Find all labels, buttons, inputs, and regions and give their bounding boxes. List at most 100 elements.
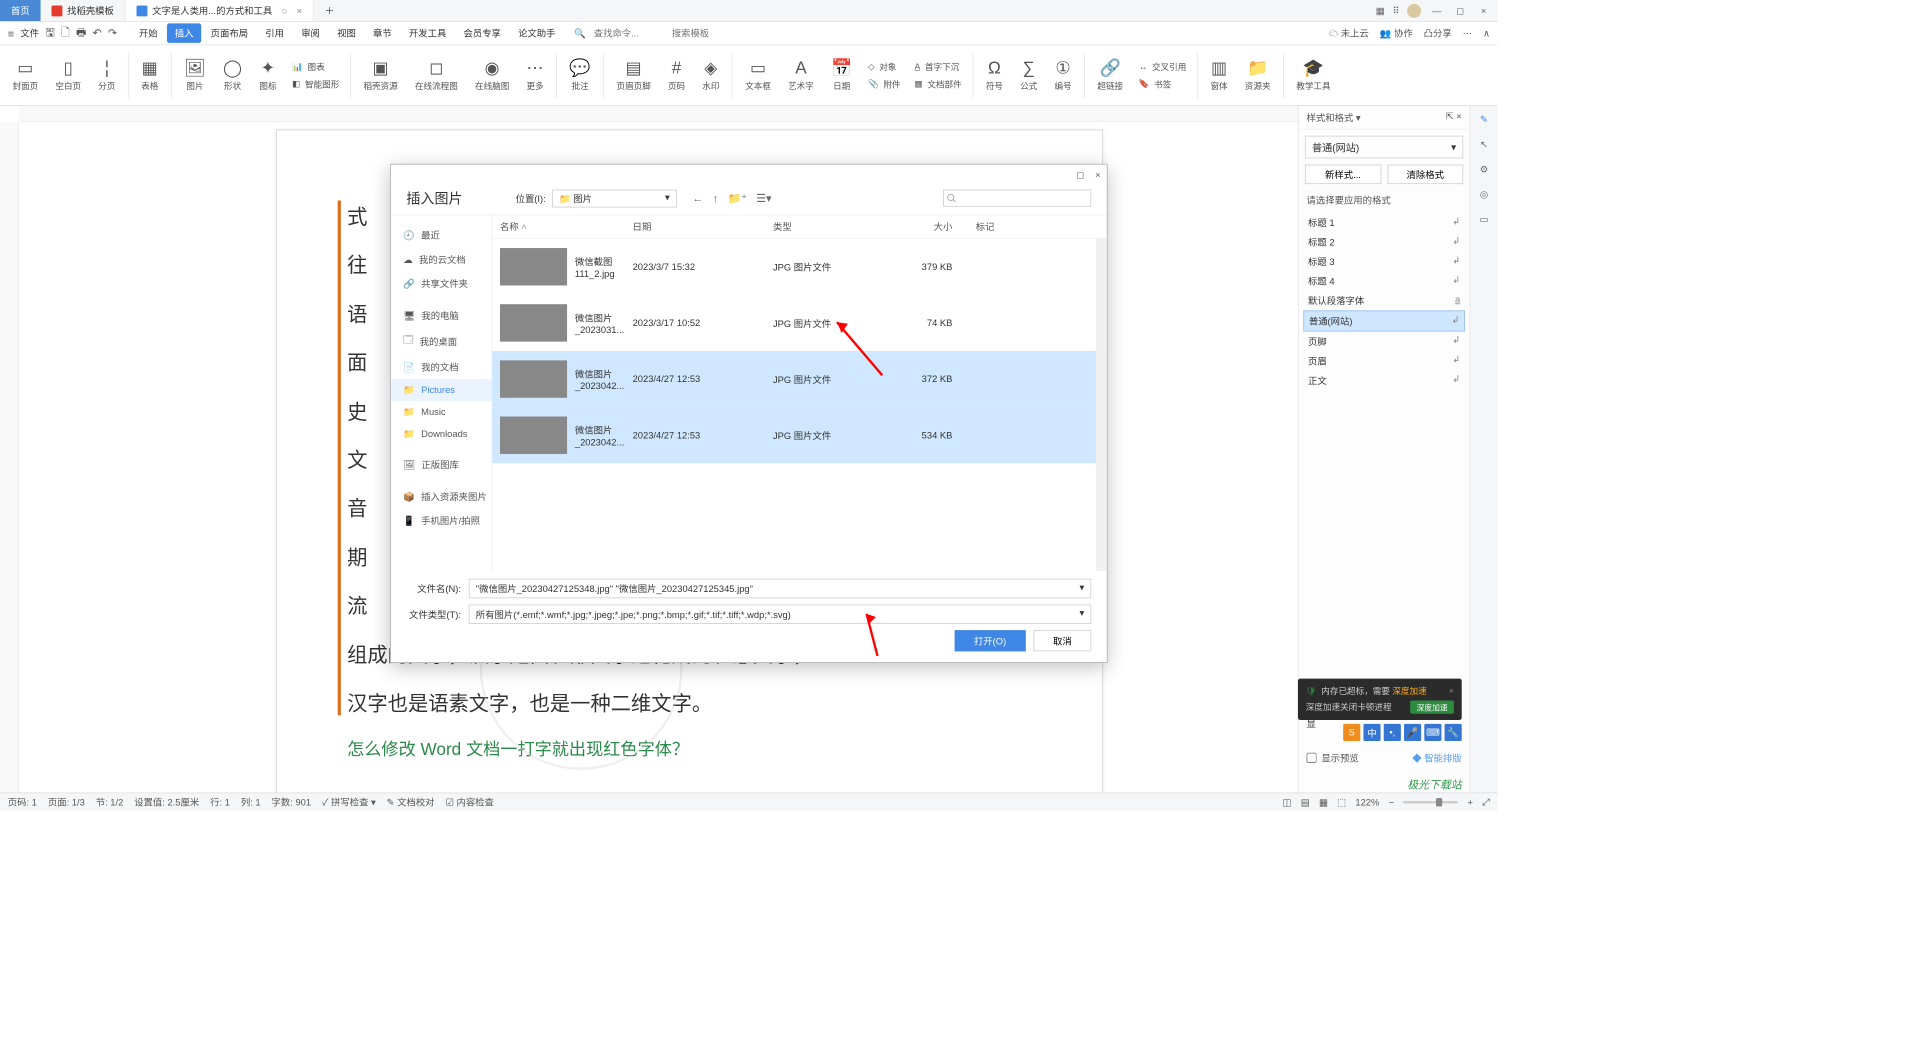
side-shared[interactable]: 🔗 共享文件夹 <box>391 271 492 295</box>
side-gallery[interactable]: 🖼 正版图库 <box>391 452 492 476</box>
location-combo[interactable]: 📁 图片▾ <box>552 189 677 207</box>
cancel-button[interactable]: 取消 <box>1033 630 1091 651</box>
dialog-restore-icon[interactable]: ◻ <box>1076 169 1084 180</box>
rail-settings-icon[interactable]: ⚙ <box>1480 164 1488 175</box>
ribbon-shape[interactable]: ◯形状 <box>215 59 250 92</box>
dialog-close-icon[interactable]: × <box>1095 169 1100 180</box>
rail-book-icon[interactable]: ▭ <box>1480 214 1489 225</box>
tab-templates[interactable]: 找稻壳模板 <box>41 0 126 21</box>
nav-back-icon[interactable]: ← <box>692 191 703 204</box>
style-item-selected[interactable]: 普通(网站)↲ <box>1303 310 1464 331</box>
menu-thesis[interactable]: 论文助手 <box>510 23 563 42</box>
ribbon-attach[interactable]: 📎 附件 <box>868 78 901 90</box>
side-mobile[interactable]: 📱 手机图片/拍照 <box>391 509 492 533</box>
sb-spellcheck[interactable]: ✓ 拼写检查 ▾ <box>322 796 376 809</box>
rail-edit-icon[interactable]: ✎ <box>1480 114 1488 125</box>
style-item[interactable]: 标题 2↲ <box>1303 232 1464 252</box>
ribbon-more[interactable]: ⋯更多 <box>519 59 552 92</box>
ribbon-bookmark[interactable]: 🔖 书签 <box>1139 78 1187 90</box>
filename-combo[interactable]: "微信图片_20230427125348.jpg" "微信图片_20230427… <box>469 579 1091 599</box>
file-row[interactable]: 微信图片_2023042... 2023/4/27 12:53 JPG 图片文件… <box>492 351 1107 407</box>
close-button[interactable]: × <box>1476 5 1492 16</box>
col-mark[interactable]: 标记 <box>976 220 1023 233</box>
ribbon-textbox[interactable]: ▭文本框 <box>737 59 778 92</box>
sb-wordcount[interactable]: 字数: 901 <box>272 796 312 809</box>
ribbon-date[interactable]: 📅日期 <box>823 59 860 92</box>
ribbon-crossref[interactable]: ↔ 交叉引用 <box>1139 60 1187 72</box>
ribbon-cover[interactable]: ▭封面页 <box>5 59 46 92</box>
ribbon-dropcap[interactable]: A̲ 首字下沉 <box>915 60 962 72</box>
ribbon-hyperlink[interactable]: 🔗超链接 <box>1090 59 1131 92</box>
layout-grid-icon[interactable]: ▦ <box>1376 5 1385 16</box>
menu-review[interactable]: 审阅 <box>293 23 327 42</box>
share-button[interactable]: 凸分享 <box>1424 27 1452 40</box>
ribbon-mindmap[interactable]: ◉在线脑图 <box>467 59 517 92</box>
ribbon-table[interactable]: ▦表格 <box>133 59 166 92</box>
side-mypc[interactable]: 🖥 我的电脑 <box>391 303 492 327</box>
more-icon[interactable]: ⋯ <box>1463 28 1472 39</box>
clear-format-button[interactable]: 清除格式 <box>1387 165 1463 185</box>
ribbon-icon[interactable]: ✦图标 <box>252 59 285 92</box>
menu-reference[interactable]: 引用 <box>257 23 291 42</box>
nav-newfolder-icon[interactable]: 📁⁺ <box>727 191 746 204</box>
ribbon-watermark[interactable]: ◈水印 <box>694 59 727 92</box>
side-recent[interactable]: 🕘 最近 <box>391 223 492 247</box>
sb-proofread[interactable]: ✎ 文档校对 <box>387 796 435 809</box>
ribbon-form[interactable]: ▥窗体 <box>1203 59 1236 92</box>
menu-dev[interactable]: 开发工具 <box>401 23 454 42</box>
style-item[interactable]: 页眉↲ <box>1303 351 1464 371</box>
sb-contentcheck[interactable]: ☑ 内容检查 <box>445 796 493 809</box>
col-name[interactable]: 名称 ˄ <box>500 220 633 233</box>
apps-icon[interactable]: ⠿ <box>1392 5 1399 16</box>
preview-checkbox[interactable] <box>1307 753 1317 763</box>
chevron-up-icon[interactable]: ∧ <box>1483 28 1490 39</box>
memory-toast[interactable]: 🛡内存已超标，需要 深度加速× 深度加速关闭卡顿进程深度加速 <box>1298 679 1462 720</box>
minimize-button[interactable]: — <box>1429 5 1445 16</box>
maximize-button[interactable]: ◻ <box>1452 5 1468 16</box>
ime-logo-icon[interactable]: S <box>1343 724 1360 741</box>
rail-target-icon[interactable]: ◎ <box>1480 189 1488 200</box>
tab-document[interactable]: 文字是人类用...的方式和工具○× <box>126 0 314 21</box>
file-menu[interactable]: 文件 <box>20 27 39 40</box>
undo-icon[interactable]: ↶ <box>93 27 102 40</box>
ribbon-symbol[interactable]: Ω符号 <box>978 59 1011 92</box>
ime-tool-icon[interactable]: 🔧 <box>1445 724 1462 741</box>
tab-close-icon[interactable]: × <box>297 5 302 16</box>
col-date[interactable]: 日期 <box>633 220 773 233</box>
style-item[interactable]: 标题 1↲ <box>1303 213 1464 233</box>
ribbon-blank[interactable]: ▯空白页 <box>48 59 89 92</box>
ribbon-teaching[interactable]: 🎓教学工具 <box>1288 59 1338 92</box>
ime-lang[interactable]: 中 <box>1363 724 1380 741</box>
side-cloud[interactable]: ☁ 我的云文档 <box>391 247 492 271</box>
ribbon-picture[interactable]: 🖼图片 <box>176 59 213 92</box>
ribbon-comment[interactable]: 💬批注 <box>562 59 599 92</box>
ime-punct[interactable]: •, <box>1384 724 1401 741</box>
file-row[interactable]: 微信图片_2023042... 2023/4/27 12:53 JPG 图片文件… <box>492 407 1107 463</box>
collab-button[interactable]: 👥 协作 <box>1380 27 1413 40</box>
ribbon-flowchart[interactable]: ◻在线流程图 <box>407 59 466 92</box>
rail-select-icon[interactable]: ↖ <box>1480 139 1488 150</box>
style-item[interactable]: 标题 3↲ <box>1303 252 1464 272</box>
style-item[interactable]: 默认段落字体a <box>1303 291 1464 311</box>
sb-view1-icon[interactable]: ◫ <box>1283 797 1292 808</box>
new-style-button[interactable]: 新样式... <box>1305 165 1381 185</box>
ime-mic-icon[interactable]: 🎤 <box>1404 724 1421 741</box>
sb-section[interactable]: 节: 1/2 <box>96 796 124 809</box>
styles-panel-title[interactable]: 样式和格式 ▾ <box>1307 111 1361 124</box>
side-pictures[interactable]: 📁 Pictures <box>391 379 492 401</box>
side-resinsert[interactable]: 📦 插入资源夹图片 <box>391 484 492 508</box>
side-downloads[interactable]: 📁 Downloads <box>391 423 492 445</box>
ruler-vertical[interactable] <box>0 122 19 793</box>
menu-member[interactable]: 会员专享 <box>456 23 509 42</box>
menu-start[interactable]: 开始 <box>131 23 165 42</box>
ribbon-wordart[interactable]: A艺术字 <box>780 59 821 92</box>
style-item[interactable]: 标题 4↲ <box>1303 271 1464 291</box>
ribbon-object[interactable]: ◇ 对象 <box>868 60 901 72</box>
dialog-search-input[interactable] <box>943 190 1091 207</box>
file-list-scrollbar[interactable] <box>1096 239 1107 571</box>
ruler-horizontal[interactable] <box>19 106 1498 122</box>
print-preview-icon[interactable]: 🗋 <box>61 24 70 43</box>
open-button[interactable]: 打开(O) <box>954 630 1025 651</box>
print-icon[interactable]: 🖶 <box>76 24 86 43</box>
save-icon[interactable]: 🖫 <box>45 24 54 43</box>
